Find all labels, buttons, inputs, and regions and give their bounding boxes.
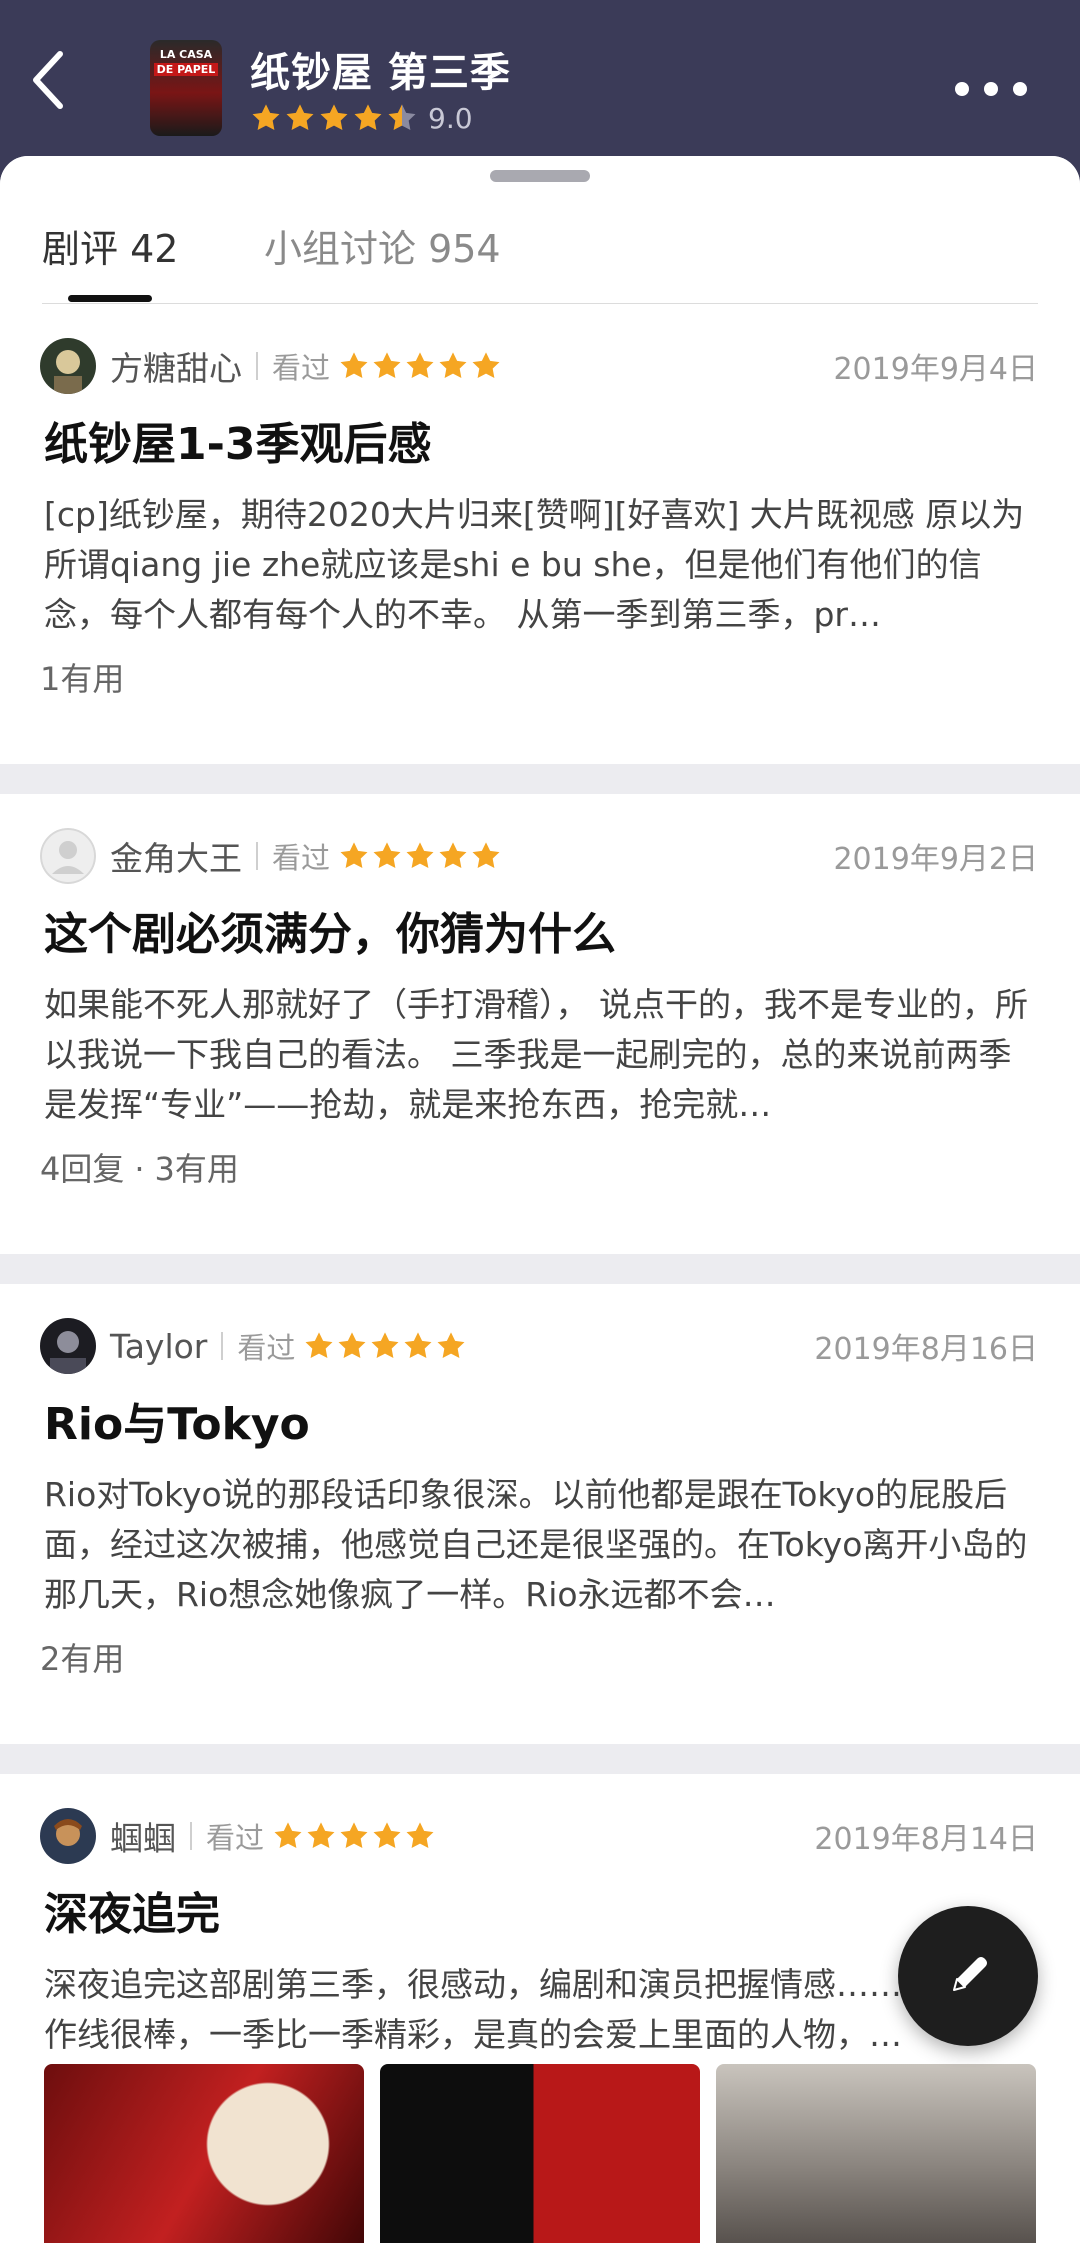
avatar[interactable] (40, 1808, 96, 1864)
review-meta: 蝈蝈 看过 2019年8月14日 (40, 1808, 1038, 1864)
more-options-button[interactable] (955, 74, 1027, 104)
star-icon (371, 1820, 403, 1852)
review-title[interactable]: 纸钞屋1-3季观后感 (44, 408, 432, 472)
author-name[interactable]: 金角大王 (110, 832, 242, 880)
star-icon (336, 1330, 368, 1362)
divider (256, 842, 258, 870)
review-stars (272, 1820, 437, 1852)
review-photo[interactable] (716, 2064, 1036, 2243)
avatar[interactable] (40, 828, 96, 884)
review-date: 2019年8月16日 (814, 1332, 1038, 1367)
star-icon (470, 350, 502, 382)
star-icon (470, 840, 502, 872)
review-meta: 金角大王 看过 2019年9月2日 (40, 828, 1038, 884)
show-title: 纸钞屋 第三季 (250, 50, 511, 96)
tab-reviews[interactable]: 剧评 42 (42, 218, 178, 273)
write-review-button[interactable] (898, 1906, 1038, 2046)
watch-status: 看过 (272, 351, 331, 385)
star-icon (404, 1820, 436, 1852)
app-header: LA CASA DE PAPEL 纸钞屋 第三季 9.0 (0, 0, 1080, 160)
divider (256, 352, 258, 380)
star-icon (338, 1820, 370, 1852)
rating-score: 9.0 (428, 101, 473, 135)
author-name[interactable]: Taylor (110, 1327, 207, 1366)
show-rating: 9.0 (250, 98, 473, 138)
chevron-left-icon (33, 51, 63, 109)
review-footer: 2有用 (40, 1634, 124, 1680)
star-icon (404, 350, 436, 382)
star-icon (250, 102, 282, 134)
star-icon (338, 840, 370, 872)
show-poster[interactable]: LA CASA DE PAPEL (150, 40, 222, 136)
review-title[interactable]: 这个剧必须满分，你猜为什么 (44, 898, 616, 962)
divider (190, 1822, 192, 1850)
star-icon (437, 350, 469, 382)
review-excerpt[interactable]: Rio对Tokyo说的那段话印象很深。以前他都是跟在Tokyo的屁股后面，经过这… (44, 1470, 1032, 1620)
reply-count[interactable]: 4回复 (40, 1150, 124, 1188)
review-stars (338, 350, 503, 382)
review-footer: 1有用 (40, 654, 124, 700)
star-icon (272, 1820, 304, 1852)
watch-status: 看过 (272, 841, 331, 875)
star-icon (371, 840, 403, 872)
avatar[interactable] (40, 338, 96, 394)
useful-count[interactable]: 3有用 (155, 1150, 239, 1188)
review-excerpt[interactable]: [cp]纸钞屋，期待2020大片归来[赞啊][好喜欢] 大片既视感 原以为所谓q… (44, 490, 1032, 640)
divider (221, 1332, 224, 1360)
review-footer: 4回复 · 3有用 (40, 1144, 239, 1190)
star-icon (402, 1330, 434, 1362)
back-button[interactable] (28, 48, 88, 128)
author-name[interactable]: 方糖甜心 (110, 342, 242, 390)
drag-handle[interactable] (490, 170, 590, 182)
useful-count[interactable]: 2有用 (40, 1640, 124, 1678)
more-dot (1013, 82, 1027, 96)
more-dots-icon (955, 82, 969, 96)
review-stars (338, 840, 503, 872)
review-photos (44, 2064, 1036, 2243)
review-title[interactable]: Rio与Tokyo (44, 1388, 310, 1452)
star-icon (435, 1330, 467, 1362)
poster-logo: LA CASA DE PAPEL (150, 48, 222, 76)
author-name[interactable]: 蝈蝈 (110, 1812, 176, 1860)
star-icon (284, 102, 316, 134)
pencil-icon (953, 1957, 987, 1991)
review-stars (303, 1330, 468, 1362)
star-icon (352, 102, 384, 134)
review-meta: Taylor 看过 2019年8月16日 (40, 1318, 1038, 1374)
review-date: 2019年8月14日 (814, 1822, 1038, 1857)
star-icon (305, 1820, 337, 1852)
review-photo[interactable] (44, 2064, 364, 2243)
review-card[interactable]: 方糖甜心 看过 2019年9月4日 纸钞屋1-3季观后感 [cp]纸钞屋，期待2… (0, 304, 1080, 764)
review-excerpt[interactable]: 如果能不死人那就好了（手打滑稽）， 说点干的，我不是专业的，所以我说一下我自己的… (44, 980, 1032, 1130)
review-title[interactable]: 深夜追完 (44, 1878, 220, 1942)
star-icon (303, 1330, 335, 1362)
tab-group-discussion[interactable]: 小组讨论 954 (264, 218, 501, 273)
star-icon (338, 350, 370, 382)
more-dot (984, 82, 998, 96)
watch-status: 看过 (237, 1331, 296, 1365)
star-icon (318, 102, 350, 134)
tab-bar: 剧评 42 小组讨论 954 (0, 156, 1080, 304)
active-tab-indicator (68, 295, 152, 302)
review-excerpt[interactable]: 深夜追完这部剧第三季，很感动，编剧和演员把握情感……作线很棒，一季比一季精彩，是… (44, 1960, 904, 2060)
review-card[interactable]: Taylor 看过 2019年8月16日 Rio与Tokyo Rio对Tokyo… (0, 1284, 1080, 1744)
star-icon (404, 840, 436, 872)
review-date: 2019年9月2日 (833, 842, 1038, 877)
star-icon (437, 840, 469, 872)
review-date: 2019年9月4日 (833, 352, 1038, 387)
review-meta: 方糖甜心 看过 2019年9月4日 (40, 338, 1038, 394)
star-icon (371, 350, 403, 382)
watch-status: 看过 (206, 1821, 265, 1855)
half-star-icon (386, 102, 418, 134)
dot-separator: · (134, 1150, 145, 1188)
star-icon (369, 1330, 401, 1362)
avatar[interactable] (40, 1318, 96, 1374)
useful-count[interactable]: 1有用 (40, 660, 124, 698)
review-photo[interactable] (380, 2064, 700, 2243)
review-card[interactable]: 金角大王 看过 2019年9月2日 这个剧必须满分，你猜为什么 如果能不死人那就… (0, 794, 1080, 1254)
